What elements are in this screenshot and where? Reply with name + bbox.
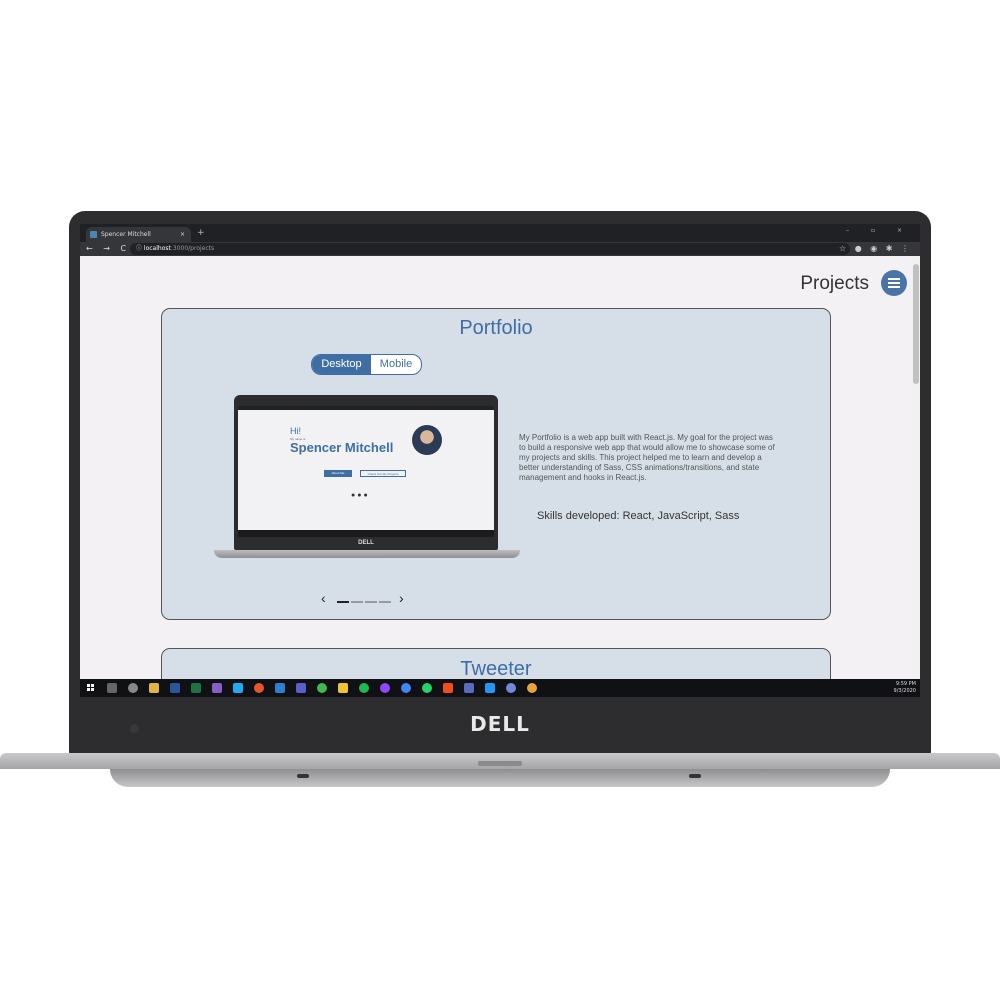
laptop-base-bottom bbox=[110, 769, 890, 787]
preview-taskbar bbox=[238, 530, 494, 537]
carousel-indicator[interactable] bbox=[337, 601, 349, 603]
browser-tab-bar: Spencer Mitchell × + – ▫ × bbox=[80, 224, 920, 242]
extension-icons[interactable]: ☆ ● ◉ ✱ ⋮ bbox=[839, 243, 912, 255]
preview-chrome bbox=[238, 406, 494, 410]
preview-greeting: Hi! bbox=[290, 426, 301, 436]
browser-tab[interactable]: Spencer Mitchell × bbox=[86, 227, 191, 242]
vscode-icon[interactable] bbox=[233, 683, 243, 693]
preview-brand: DELL bbox=[358, 540, 374, 546]
app-icon[interactable] bbox=[254, 683, 264, 693]
discord-icon[interactable] bbox=[506, 683, 516, 693]
new-tab-button[interactable]: + bbox=[197, 227, 205, 239]
preview-secondary-button: Check Out My Projects bbox=[360, 470, 406, 477]
hamburger-icon bbox=[888, 286, 900, 288]
project-title: Portfolio bbox=[459, 317, 533, 339]
app-icon[interactable] bbox=[128, 683, 138, 693]
laptop-notch bbox=[478, 761, 522, 766]
project-description: My Portfolio is a web app built with Rea… bbox=[519, 433, 775, 482]
preview-screen: Hi! My name is Spencer Mitchell About Me… bbox=[238, 406, 494, 537]
preview-social-icons: ●●● bbox=[351, 492, 370, 499]
desktop-toggle-button[interactable]: Desktop bbox=[312, 355, 371, 374]
app-icon[interactable] bbox=[296, 683, 306, 693]
app-icon[interactable] bbox=[317, 683, 327, 693]
page-scrollbar[interactable] bbox=[912, 256, 920, 679]
system-tray-clock[interactable]: 9:59 PM 9/3/2020 bbox=[894, 681, 916, 695]
app-icon[interactable] bbox=[338, 683, 348, 693]
favicon-icon bbox=[90, 231, 97, 238]
laptop-foot bbox=[297, 774, 309, 778]
project-skills: Skills developed: React, JavaScript, Sas… bbox=[537, 510, 740, 522]
carousel-controls: ‹ › bbox=[321, 590, 411, 609]
page-title: Projects bbox=[800, 273, 869, 294]
mobile-toggle-button[interactable]: Mobile bbox=[371, 355, 421, 374]
url-host: localhost bbox=[143, 245, 171, 252]
address-bar[interactable]: ⓘ localhost:3000/projects bbox=[130, 243, 850, 255]
browser-toolbar: ← → C ⓘ localhost:3000/projects ☆ ● ◉ ✱ … bbox=[80, 242, 920, 256]
tray-time: 9:59 PM bbox=[895, 681, 916, 687]
carousel-prev-button[interactable]: ‹ bbox=[321, 590, 326, 606]
app-icon[interactable] bbox=[422, 683, 432, 693]
excel-icon[interactable] bbox=[191, 683, 201, 693]
tray-date: 9/3/2020 bbox=[893, 688, 916, 694]
app-icon[interactable] bbox=[464, 683, 474, 693]
app-icon[interactable] bbox=[380, 683, 390, 693]
app-icon[interactable] bbox=[485, 683, 495, 693]
app-icon[interactable] bbox=[275, 683, 285, 693]
app-icon[interactable] bbox=[401, 683, 411, 693]
project-title: Tweeter bbox=[460, 658, 532, 679]
laptop-brand-logo: DELL bbox=[470, 712, 530, 736]
menu-button[interactable] bbox=[881, 270, 907, 296]
file-explorer-icon[interactable] bbox=[149, 683, 159, 693]
task-view-icon[interactable] bbox=[107, 683, 117, 693]
project-card: Tweeter bbox=[161, 648, 831, 679]
laptop-foot bbox=[689, 774, 701, 778]
windows-taskbar: 9:59 PM 9/3/2020 bbox=[80, 679, 920, 697]
webcam-icon bbox=[130, 724, 139, 733]
projects-page: Projects Portfolio Desktop Mobile Hi! My… bbox=[80, 256, 912, 679]
figma-icon[interactable] bbox=[443, 683, 453, 693]
preview-name: Spencer Mitchell bbox=[290, 440, 394, 455]
tab-close-icon[interactable]: × bbox=[180, 227, 185, 242]
window-controls[interactable]: – ▫ × bbox=[846, 227, 912, 234]
carousel-indicator[interactable] bbox=[351, 601, 363, 603]
project-preview-image: Hi! My name is Spencer Mitchell About Me… bbox=[234, 395, 498, 550]
tab-title: Spencer Mitchell bbox=[101, 231, 151, 238]
carousel-indicator[interactable] bbox=[365, 601, 377, 603]
hamburger-icon bbox=[888, 282, 900, 284]
info-icon: ⓘ bbox=[136, 245, 144, 252]
preview-laptop-base bbox=[214, 550, 520, 558]
scrollbar-thumb[interactable] bbox=[913, 264, 919, 384]
chrome-icon[interactable] bbox=[527, 683, 537, 693]
preview-avatar bbox=[412, 425, 442, 455]
view-toggle: Desktop Mobile bbox=[311, 354, 422, 375]
visual-studio-icon[interactable] bbox=[212, 683, 222, 693]
url-path: :3000/projects bbox=[170, 245, 215, 252]
nav-buttons[interactable]: ← → C bbox=[86, 243, 130, 255]
carousel-next-button[interactable]: › bbox=[399, 590, 404, 606]
preview-primary-button: About Me bbox=[324, 470, 352, 477]
word-icon[interactable] bbox=[170, 683, 180, 693]
hamburger-icon bbox=[888, 278, 900, 280]
project-card: Portfolio Desktop Mobile Hi! My name is … bbox=[161, 308, 831, 620]
carousel-indicator[interactable] bbox=[379, 601, 391, 603]
windows-start-icon[interactable] bbox=[87, 684, 95, 692]
laptop-screen: Spencer Mitchell × + – ▫ × ← → C ⓘ local… bbox=[80, 224, 920, 697]
spotify-icon[interactable] bbox=[359, 683, 369, 693]
